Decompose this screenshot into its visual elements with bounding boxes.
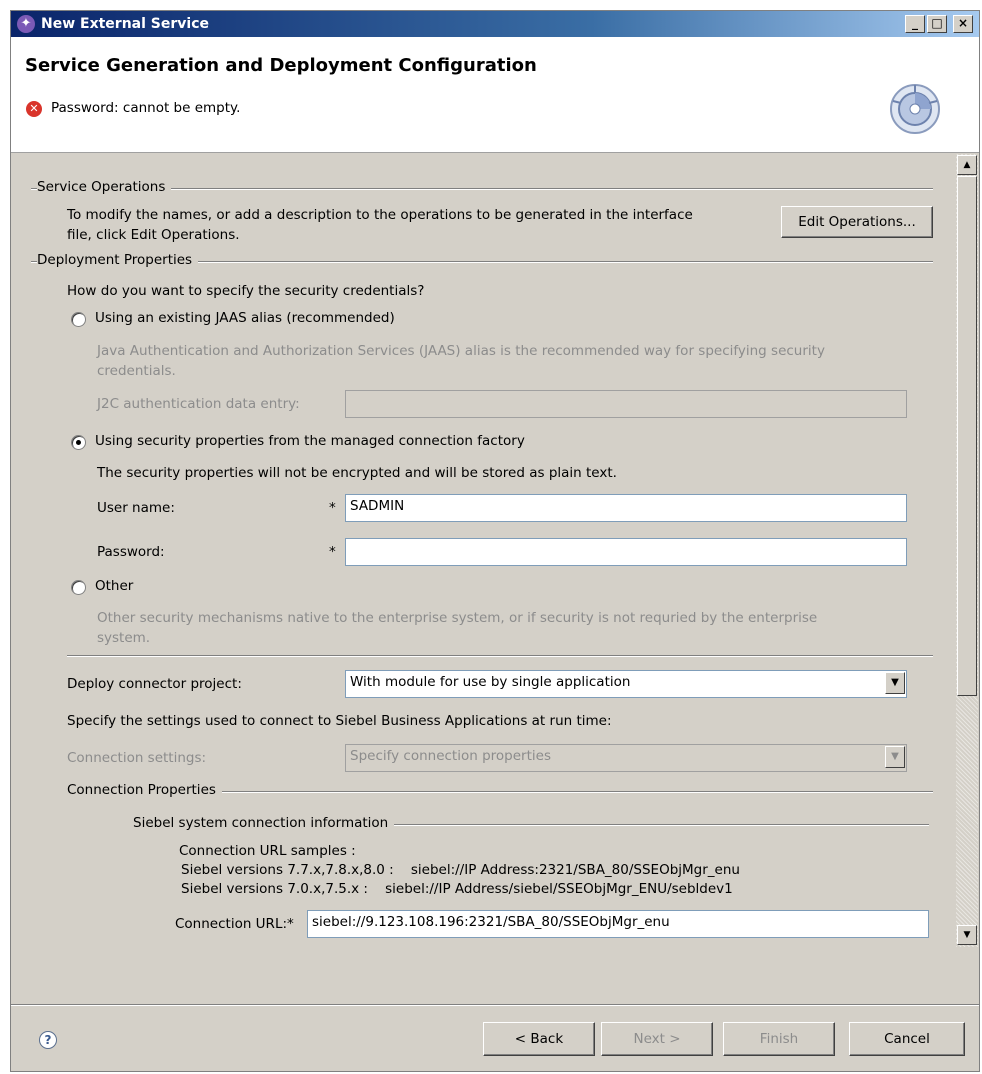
samples-title: Connection URL samples : xyxy=(179,843,356,859)
finish-button[interactable]: Finish xyxy=(723,1022,835,1056)
next-button[interactable]: Next > xyxy=(601,1022,713,1056)
jaas-desc-line1: Java Authentication and Authorization Se… xyxy=(97,343,825,359)
other-desc-line1: Other security mechanisms native to the … xyxy=(97,610,818,626)
runtime-settings-text: Specify the settings used to connect to … xyxy=(67,713,612,729)
wizard-banner-icon xyxy=(887,81,943,141)
deploy-select-value: With module for use by single applicatio… xyxy=(350,674,631,690)
page-title: Service Generation and Deployment Config… xyxy=(25,55,537,76)
connection-settings-label: Connection settings: xyxy=(67,750,207,766)
connection-url-label: Connection URL:* xyxy=(175,916,294,932)
title-bar: ✦ New External Service _ □ × xyxy=(11,11,979,37)
scrollbar-thumb[interactable] xyxy=(957,176,977,696)
maximize-button[interactable]: □ xyxy=(927,15,947,33)
window-title: New External Service xyxy=(41,16,209,32)
footer-separator xyxy=(11,1004,979,1006)
chevron-down-icon[interactable]: ▼ xyxy=(885,672,905,694)
separator xyxy=(67,655,933,657)
scroll-down-icon[interactable]: ▼ xyxy=(957,925,977,945)
radio-managed-connection-factory[interactable] xyxy=(71,435,86,450)
password-input[interactable] xyxy=(345,538,907,566)
wizard-header: Service Generation and Deployment Config… xyxy=(11,37,979,153)
option-mcf-label: Using security properties from the manag… xyxy=(95,433,525,449)
radio-jaas[interactable] xyxy=(71,312,86,327)
connection-settings-value: Specify connection properties xyxy=(350,748,551,764)
chevron-down-icon[interactable]: ▼ xyxy=(885,746,905,768)
help-icon[interactable]: ? xyxy=(39,1031,57,1049)
wizard-window: ✦ New External Service _ □ × Service Gen… xyxy=(10,10,980,1072)
close-button[interactable]: × xyxy=(953,15,973,33)
credentials-question: How do you want to specify the security … xyxy=(67,283,425,299)
service-ops-desc-line1: To modify the names, or add a descriptio… xyxy=(67,207,693,223)
error-message: Password: cannot be empty. xyxy=(51,100,241,116)
j2c-input[interactable] xyxy=(345,390,907,418)
username-input[interactable]: SADMIN xyxy=(345,494,907,522)
vertical-scrollbar[interactable]: ▲ ▼ xyxy=(956,154,978,947)
sample-url-2: Siebel versions 7.0.x,7.5.x : siebel://I… xyxy=(181,881,733,897)
radio-other[interactable] xyxy=(71,580,86,595)
service-ops-desc-line2: file, click Edit Operations. xyxy=(67,227,240,243)
jaas-desc-line2: credentials. xyxy=(97,363,176,379)
section-connection-properties: Connection Properties xyxy=(67,782,222,798)
password-label: Password: xyxy=(97,544,165,560)
deploy-label: Deploy connector project: xyxy=(67,676,242,692)
content-area: Service Operations To modify the names, … xyxy=(11,154,956,947)
section-service-operations: Service Operations xyxy=(37,179,172,195)
minimize-button[interactable]: _ xyxy=(905,15,925,33)
section-siebel-connection: Siebel system connection information xyxy=(133,815,395,831)
error-icon: ✕ xyxy=(26,101,42,117)
connection-settings-select[interactable]: Specify connection properties ▼ xyxy=(345,744,907,772)
scroll-up-icon[interactable]: ▲ xyxy=(957,155,977,175)
connection-url-input[interactable]: siebel://9.123.108.196:2321/SBA_80/SSEOb… xyxy=(307,910,929,938)
cancel-button[interactable]: Cancel xyxy=(849,1022,965,1056)
mcf-desc: The security properties will not be encr… xyxy=(97,465,617,481)
j2c-label: J2C authentication data entry: xyxy=(97,396,300,412)
app-icon: ✦ xyxy=(17,15,35,33)
username-label: User name: xyxy=(97,500,175,516)
option-jaas-label: Using an existing JAAS alias (recommende… xyxy=(95,310,395,326)
back-button[interactable]: < Back xyxy=(483,1022,595,1056)
sample-url-1: Siebel versions 7.7.x,7.8.x,8.0 : siebel… xyxy=(181,862,740,878)
required-marker: * xyxy=(329,544,336,560)
section-deployment-properties: Deployment Properties xyxy=(37,252,199,268)
deploy-select[interactable]: With module for use by single applicatio… xyxy=(345,670,907,698)
edit-operations-button[interactable]: Edit Operations... xyxy=(781,206,933,238)
required-marker: * xyxy=(329,500,336,516)
other-desc-line2: system. xyxy=(97,630,151,646)
option-other-label: Other xyxy=(95,578,134,594)
